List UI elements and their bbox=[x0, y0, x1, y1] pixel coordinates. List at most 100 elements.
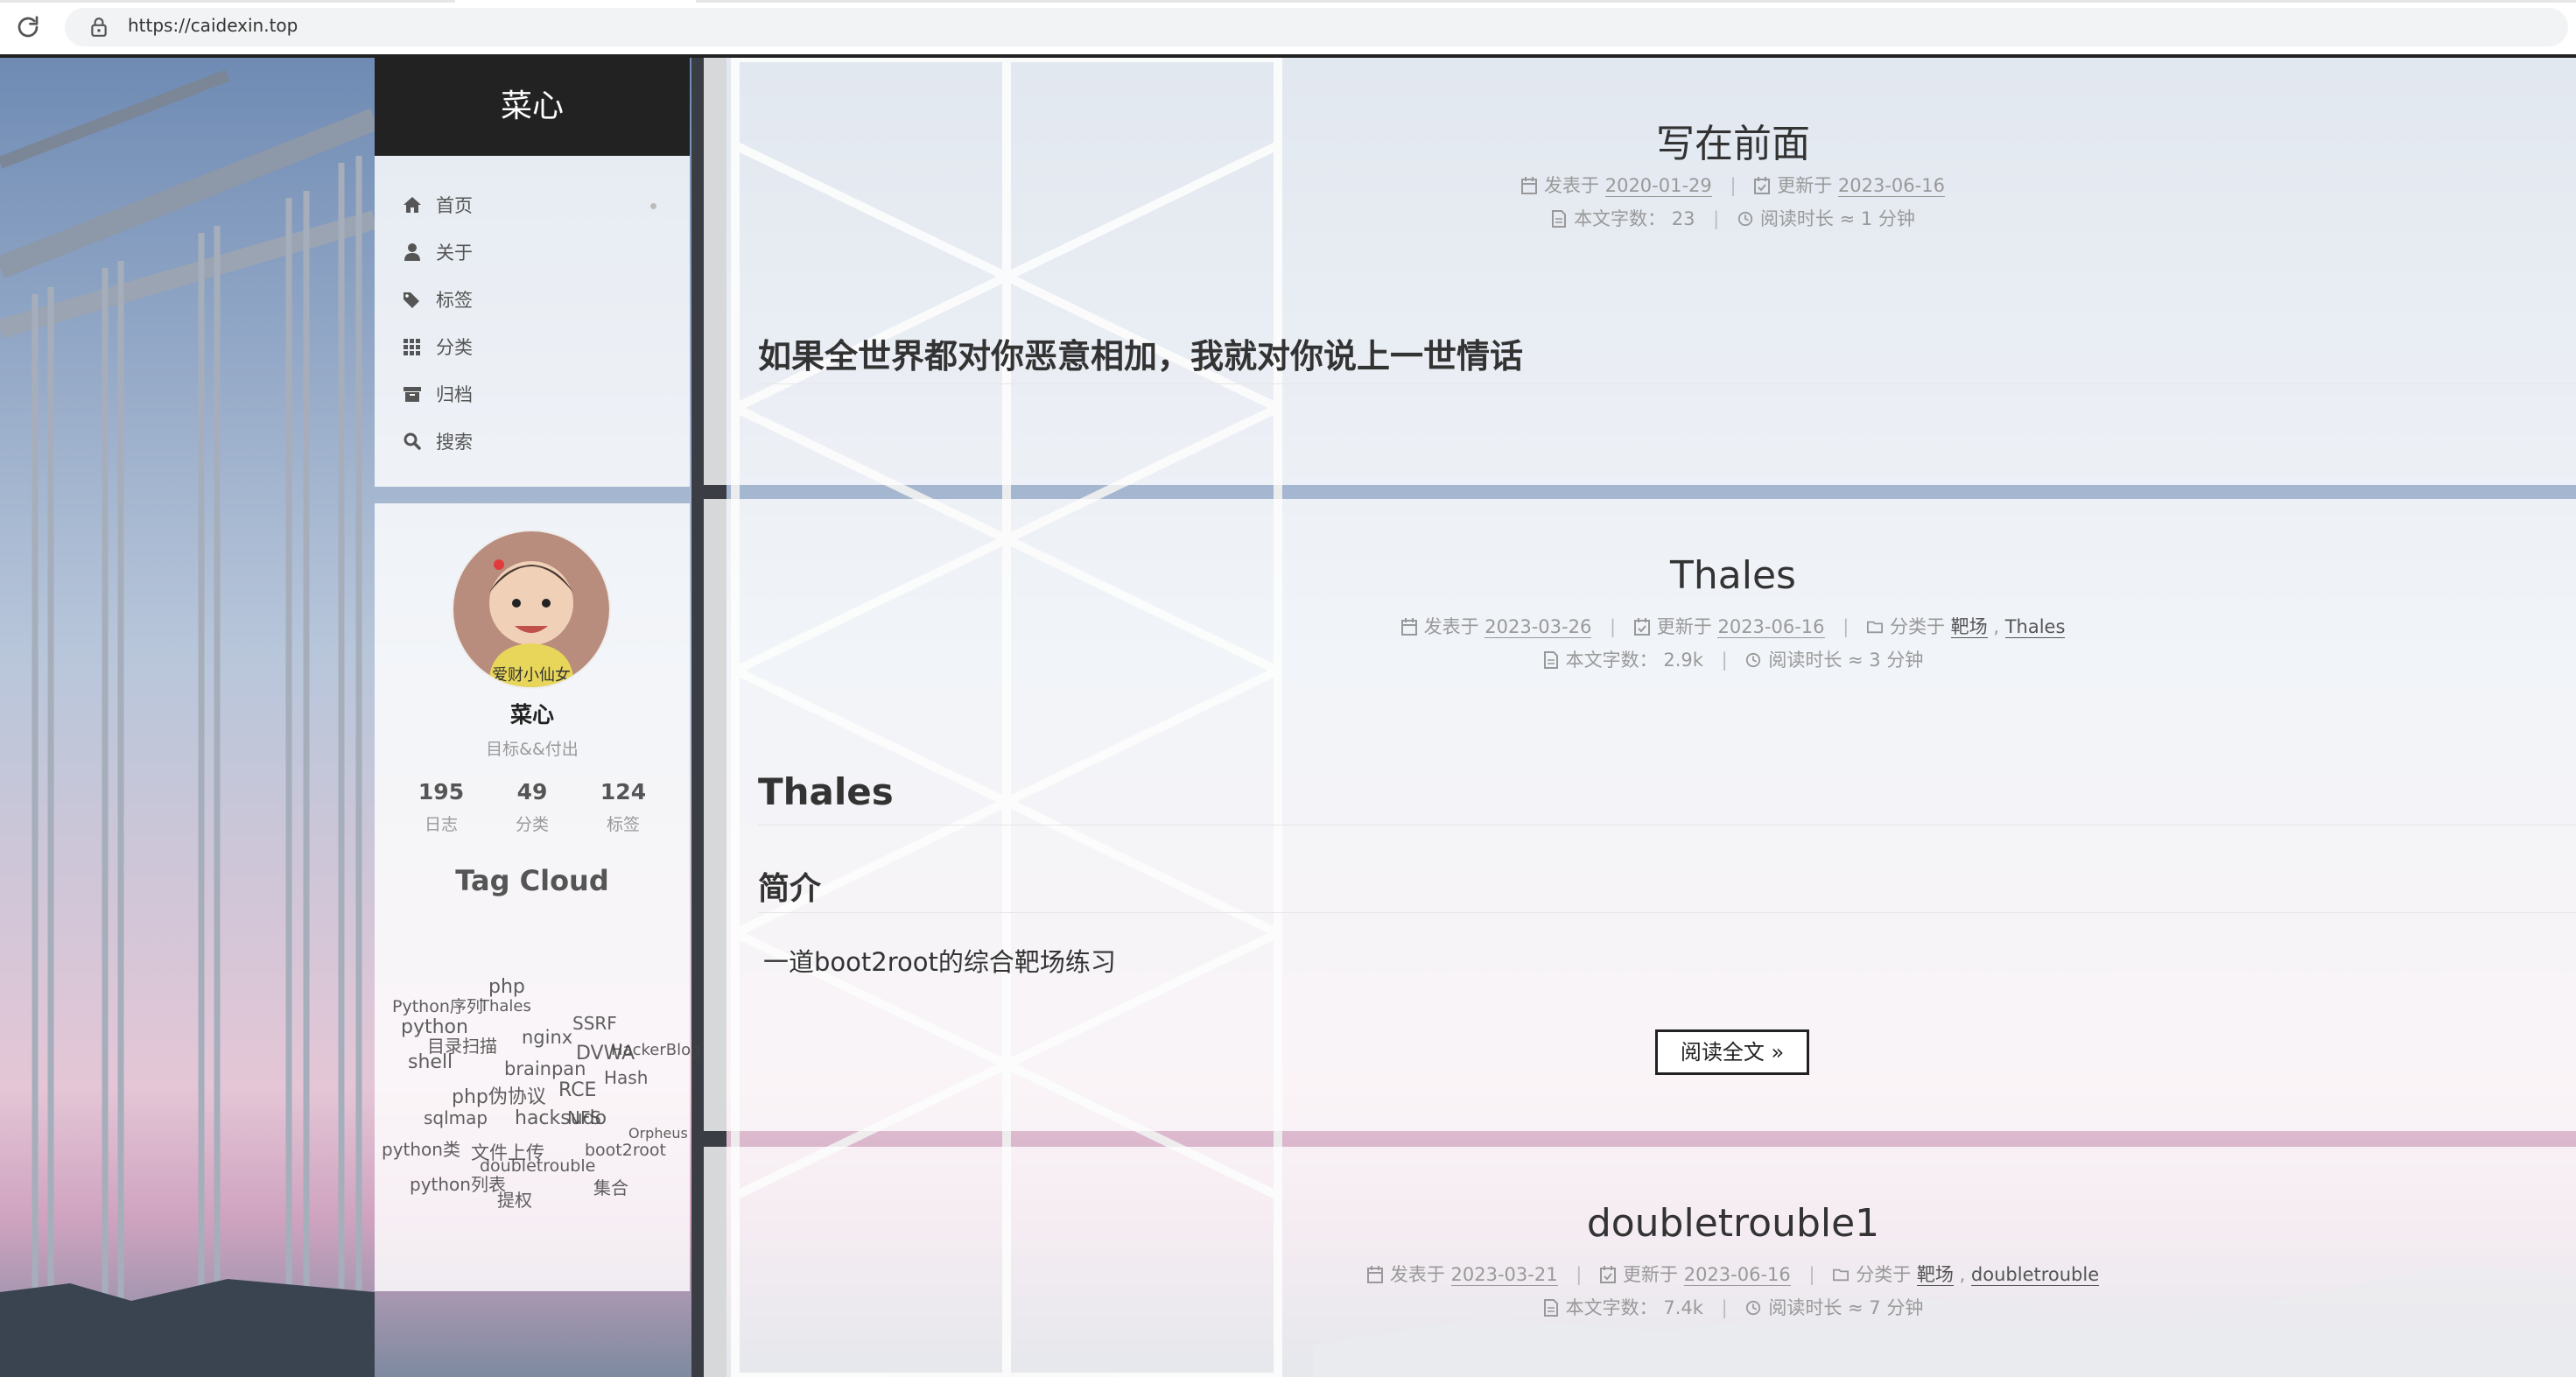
category-label: 分类于 bbox=[1856, 1264, 1912, 1285]
updated-date: 2023-06-16 bbox=[1837, 175, 1945, 197]
tag-link[interactable]: HackerBlog bbox=[611, 1041, 701, 1059]
nav-item-home[interactable]: 首页 bbox=[401, 187, 672, 222]
post-title[interactable]: 写在前面 bbox=[704, 112, 2576, 168]
post-h1: Thales bbox=[758, 770, 894, 813]
clock-icon bbox=[1746, 652, 1761, 668]
post-title[interactable]: Thales bbox=[704, 553, 2576, 598]
category-link[interactable]: doubletrouble bbox=[1970, 1264, 2100, 1286]
wordcount: 23 bbox=[1671, 208, 1695, 229]
nav-label: 搜索 bbox=[436, 432, 473, 453]
calendar-check-icon bbox=[1600, 1266, 1617, 1283]
stat-posts[interactable]: 195 日志 bbox=[406, 779, 476, 835]
post-excerpt: 一道boot2root的综合靶场练习 bbox=[763, 947, 1116, 977]
stat-value: 124 bbox=[600, 779, 647, 804]
th-icon bbox=[404, 339, 420, 355]
tag-link[interactable]: NFS bbox=[567, 1107, 601, 1128]
home-icon bbox=[404, 197, 421, 213]
read-time: 阅读时长 ≈ 3 分钟 bbox=[1768, 650, 1924, 671]
tag-link[interactable]: 目录扫描 bbox=[427, 1032, 497, 1057]
post-meta-stats: 本文字数： 7.4k | 阅读时长 ≈ 7 分钟 bbox=[704, 1294, 2576, 1320]
posted-date: 2023-03-26 bbox=[1485, 616, 1592, 638]
site-nav: 首页 关于 标签 分类 归档 搜索 bbox=[375, 156, 690, 487]
wordcount: 2.9k bbox=[1663, 650, 1703, 671]
tag-link[interactable]: doubletrouble bbox=[480, 1156, 595, 1176]
url-text[interactable]: https://caidexin.top bbox=[128, 15, 298, 36]
archive-icon bbox=[404, 387, 421, 402]
nav-item-search[interactable]: 搜索 bbox=[401, 424, 672, 459]
author-description: 目标&&付出 bbox=[486, 740, 579, 759]
post-meta: 发表于 2023-03-26 | 更新于 2023-06-16 | 分类于 靶场… bbox=[704, 613, 2576, 639]
reload-icon[interactable] bbox=[15, 14, 41, 40]
tag-link[interactable]: Orpheus bbox=[628, 1125, 688, 1142]
nav-label: 归档 bbox=[436, 384, 473, 405]
nav-item-archives[interactable]: 归档 bbox=[401, 376, 672, 411]
site-brand: 菜心 bbox=[375, 58, 690, 156]
tag-link[interactable]: 提权 bbox=[497, 1186, 532, 1212]
tag-link[interactable]: sqlmap bbox=[424, 1107, 488, 1128]
post-meta-stats: 本文字数： 2.9k | 阅读时长 ≈ 3 分钟 bbox=[704, 646, 2576, 672]
category-link[interactable]: Thales bbox=[2004, 616, 2066, 638]
tag-link[interactable]: python类 bbox=[382, 1135, 460, 1161]
tag-link[interactable]: nginx bbox=[522, 1027, 572, 1048]
wordcount: 7.4k bbox=[1663, 1297, 1703, 1318]
calendar-check-icon bbox=[1754, 177, 1771, 194]
calendar-icon bbox=[1521, 177, 1538, 194]
clock-icon bbox=[1746, 1300, 1761, 1316]
stat-tags[interactable]: 124 标签 bbox=[588, 779, 658, 835]
browser-toolbar: https://caidexin.top bbox=[0, 0, 2576, 58]
file-word-icon bbox=[1552, 210, 1567, 228]
tag-link[interactable]: RCE bbox=[558, 1079, 596, 1101]
file-word-icon bbox=[1543, 651, 1558, 669]
updated-label: 更新于 bbox=[1656, 616, 1712, 637]
updated-label: 更新于 bbox=[1777, 175, 1833, 196]
category-link[interactable]: 靶场 bbox=[1950, 616, 1988, 638]
post-card: doubletrouble1 发表于 2023-03-21 | 更新于 2023… bbox=[704, 1147, 2576, 1377]
nav-item-about[interactable]: 关于 bbox=[401, 235, 672, 270]
post-card: 写在前面 发表于 2020-01-29 | 更新于 2023-06-16 本文字… bbox=[704, 58, 2576, 485]
tag-link[interactable]: Hash bbox=[604, 1067, 648, 1088]
tag-link[interactable]: php bbox=[488, 976, 525, 998]
stat-label: 分类 bbox=[515, 815, 549, 834]
tag-link[interactable]: brainpan bbox=[504, 1058, 586, 1079]
tags-icon bbox=[404, 292, 419, 308]
stat-label: 日志 bbox=[424, 815, 458, 834]
tag-link[interactable]: boot2root bbox=[585, 1141, 666, 1160]
post-h2: 简介 bbox=[758, 871, 822, 907]
heading-divider bbox=[758, 912, 2576, 913]
updated-date: 2023-06-16 bbox=[1683, 1264, 1791, 1286]
stat-categories[interactable]: 49 分类 bbox=[497, 779, 567, 835]
nav-item-categories[interactable]: 分类 bbox=[401, 329, 672, 364]
stat-label: 标签 bbox=[606, 815, 640, 834]
tag-link[interactable]: Python序列 bbox=[392, 994, 483, 1017]
tag-link[interactable]: SSRF bbox=[572, 1013, 617, 1034]
post-card: Thales 发表于 2023-03-26 | 更新于 2023-06-16 |… bbox=[704, 499, 2576, 1131]
category-link[interactable]: 靶场 bbox=[1916, 1264, 1954, 1286]
nav-label: 分类 bbox=[436, 337, 473, 358]
tag-cloud-title: Tag Cloud bbox=[455, 864, 609, 897]
clock-icon bbox=[1737, 211, 1753, 227]
posted-label: 发表于 bbox=[1389, 1264, 1445, 1285]
nav-item-tags[interactable]: 标签 bbox=[401, 282, 672, 317]
read-more-button[interactable]: 阅读全文 » bbox=[1655, 1029, 1809, 1075]
lock-icon[interactable] bbox=[89, 17, 109, 38]
category-label: 分类于 bbox=[1889, 616, 1945, 637]
calendar-check-icon bbox=[1633, 618, 1650, 636]
post-title[interactable]: doubletrouble1 bbox=[704, 1201, 2576, 1246]
post-meta-stats: 本文字数： 23 | 阅读时长 ≈ 1 分钟 bbox=[704, 205, 2576, 231]
user-icon bbox=[404, 243, 420, 261]
tag-link[interactable]: php伪协议 bbox=[452, 1081, 546, 1109]
stat-value: 195 bbox=[418, 779, 465, 804]
author-name: 菜心 bbox=[509, 702, 554, 727]
tag-cloud: php python nginx SSRF DVWA shell Hash br… bbox=[375, 976, 701, 1211]
search-icon bbox=[404, 432, 421, 450]
active-indicator bbox=[650, 203, 656, 209]
tag-link[interactable]: 集合 bbox=[593, 1174, 628, 1199]
file-word-icon bbox=[1543, 1299, 1558, 1317]
posted-date: 2020-01-29 bbox=[1604, 175, 1712, 197]
posted-label: 发表于 bbox=[1544, 175, 1600, 196]
tab-strip-edge bbox=[0, 0, 2576, 3]
address-bar[interactable]: https://caidexin.top bbox=[65, 8, 2568, 46]
tag-link[interactable]: Thales bbox=[480, 997, 531, 1015]
site-overview: 爱财小仙女 菜心 目标&&付出 195 日志 49 分类 124 标签 Tag … bbox=[375, 503, 701, 1291]
site-title[interactable]: 菜心 bbox=[375, 58, 690, 156]
